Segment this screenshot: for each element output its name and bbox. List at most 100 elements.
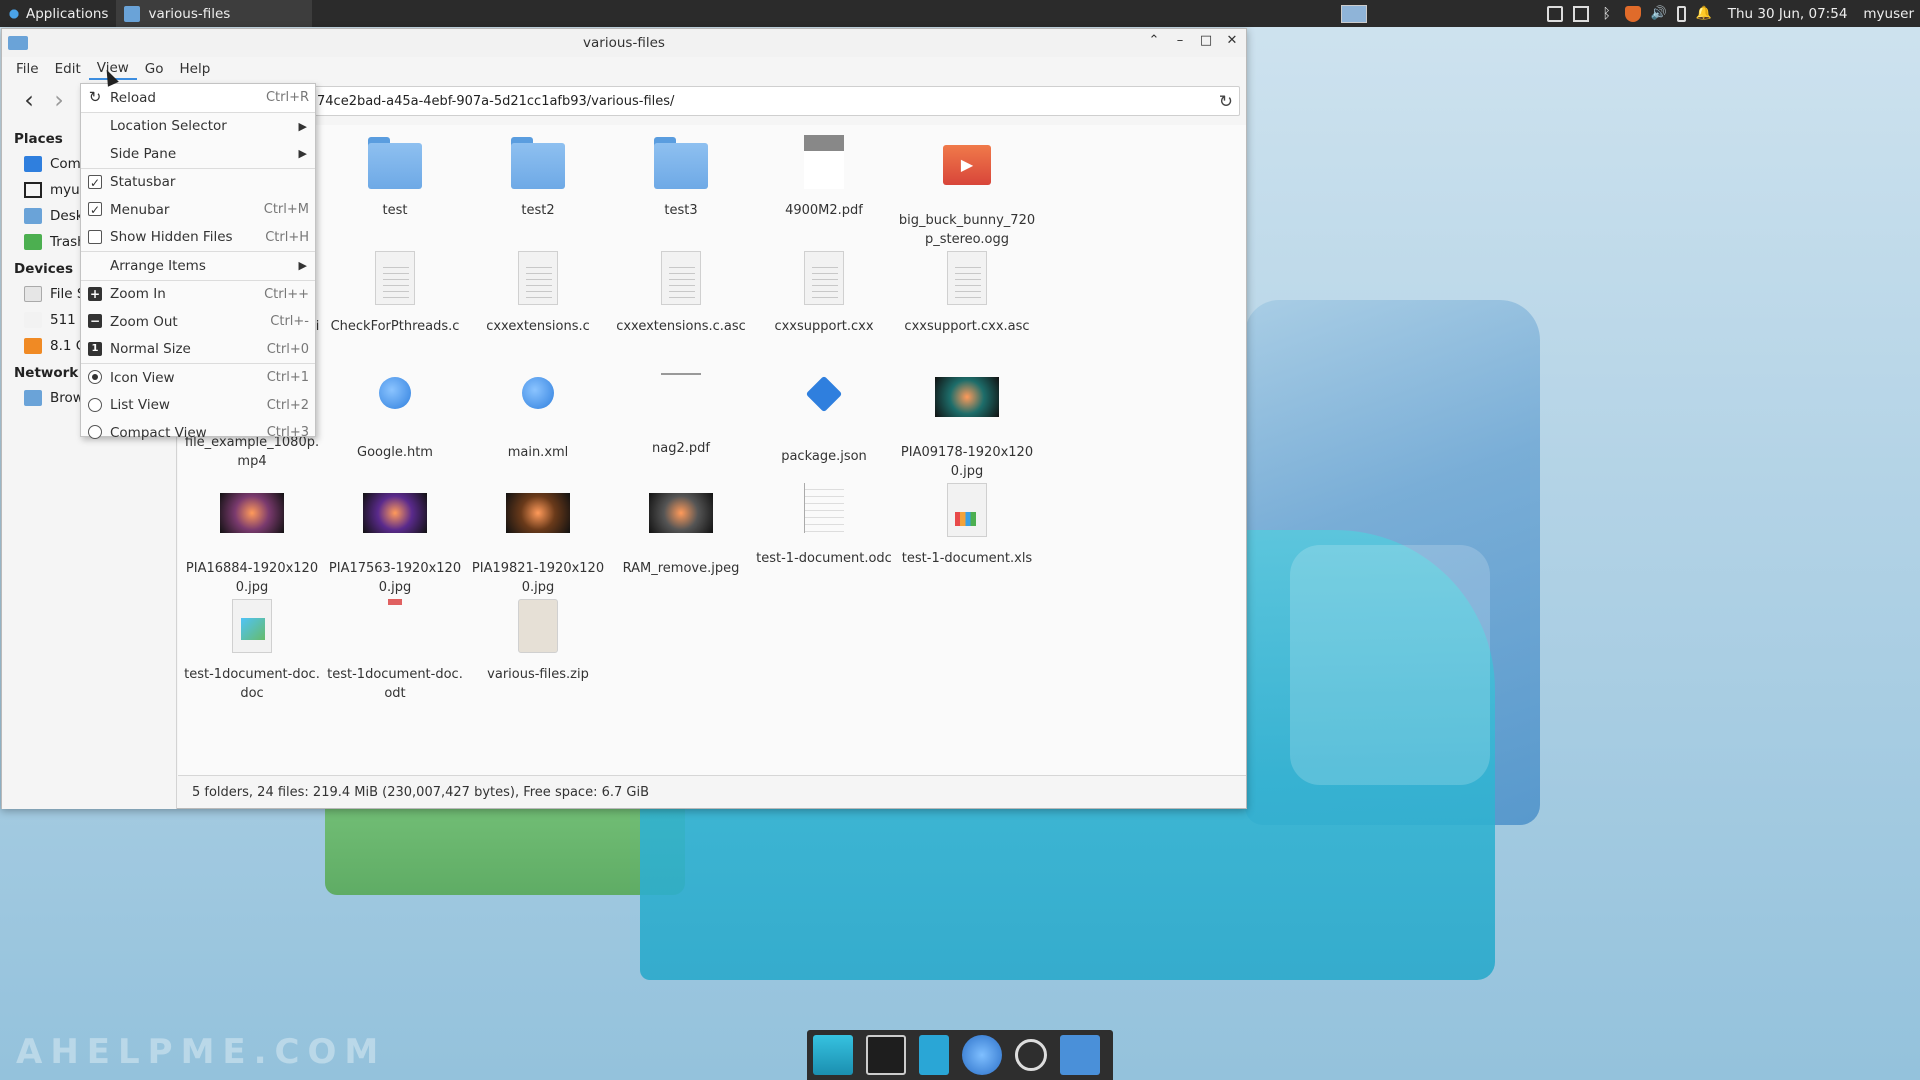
view-menu-item-menubar[interactable]: ✓ Menubar Ctrl+M [81, 196, 315, 224]
file-item[interactable]: test3 [611, 135, 751, 220]
search-icon[interactable] [1015, 1039, 1047, 1071]
text-file-icon-glyph [661, 251, 701, 305]
close-button[interactable]: ✕ [1224, 33, 1240, 51]
applications-menu-button[interactable]: Applications [0, 0, 114, 27]
file-item[interactable]: PIA09178-1920x1200.jpg [897, 367, 1037, 481]
file-item[interactable]: RAM_remove.jpeg [611, 483, 751, 578]
file-item[interactable]: test2 [468, 135, 608, 220]
file-item[interactable]: PIA16884-1920x1200.jpg [182, 483, 322, 597]
file-name: test-1-document.xls [901, 551, 1033, 566]
minimize-button[interactable]: – [1172, 33, 1188, 51]
user-menu[interactable]: myuser [1863, 6, 1914, 22]
shade-button[interactable]: ⌃ [1146, 33, 1162, 51]
file-item[interactable]: test-1-document.xls [897, 483, 1037, 568]
terminal-icon[interactable] [866, 1035, 906, 1075]
menu-item-shortcut: Ctrl+2 [266, 397, 309, 413]
file-item[interactable]: test-1document-doc.doc [182, 599, 322, 703]
menu-go[interactable]: Go [137, 59, 172, 79]
image-thumbnail-icon [611, 493, 751, 551]
desktop-icon [24, 208, 42, 224]
file-name: test-1-document.odc [756, 551, 892, 566]
view-menu-item-side-pane[interactable]: Side Pane ▶ [81, 140, 315, 168]
view-menu-item-list-view[interactable]: List View Ctrl+2 [81, 392, 315, 420]
view-menu-item-show-hidden-files[interactable]: Show Hidden Files Ctrl+H [81, 224, 315, 252]
notification-bell-icon[interactable]: 🔔 [1696, 6, 1712, 22]
menu-item-label: Statusbar [110, 174, 176, 191]
location-path: 74ce2bad-a45a-4ebf-907a-5d21cc1afb93/var… [317, 93, 675, 109]
top-panel: Applications various-files ᛒ 🔊 🔔 Thu 30 … [0, 0, 1920, 27]
file-item[interactable]: cxxextensions.c.asc [611, 251, 751, 336]
dock [807, 1030, 1113, 1080]
view-menu-item-zoom-in[interactable]: + Zoom In Ctrl++ [81, 281, 315, 309]
file-icon-view: mytesttesttest2test34900M2.pdf▶big_buck_… [178, 125, 1246, 775]
view-menu-item-normal-size[interactable]: 1 Normal Size Ctrl+0 [81, 336, 315, 364]
menubar: File Edit View Go Help [2, 57, 1246, 81]
file-item[interactable]: cxxextensions.c [468, 251, 608, 336]
bluetooth-icon[interactable]: ᛒ [1599, 6, 1615, 22]
volume-icon[interactable]: 🔊 [1651, 6, 1667, 22]
clock[interactable]: Thu 30 Jun, 07:54 [1728, 6, 1848, 22]
reload-icon[interactable]: ↻ [1219, 92, 1233, 112]
text-file-icon [754, 251, 894, 309]
forward-button[interactable]: › [44, 86, 74, 116]
network-icon[interactable] [1572, 5, 1589, 22]
view-menu-item-location-selector[interactable]: Location Selector ▶ [81, 113, 315, 141]
file-item[interactable]: ▶ big_buck_bunny_720p_stereo.ogg [897, 135, 1037, 249]
globe-icon [325, 377, 465, 435]
file-item[interactable]: PIA17563-1920x1200.jpg [325, 483, 465, 597]
file-item[interactable]: test-1document-doc.odt [325, 599, 465, 703]
taskbar-item-various-files[interactable]: various-files [116, 0, 313, 27]
file-item[interactable]: test [325, 135, 465, 220]
file-item[interactable]: cxxsupport.cxx [754, 251, 894, 336]
menu-edit[interactable]: Edit [47, 59, 89, 79]
file-item[interactable]: 4900M2.pdf [754, 135, 894, 220]
folder-icon-glyph [511, 135, 565, 189]
folder-icon-glyph [368, 135, 422, 189]
submenu-arrow-icon: ▶ [298, 259, 307, 273]
file-item[interactable]: Google.htm [325, 367, 465, 462]
file-item[interactable]: nag2.pdf [611, 367, 751, 458]
show-desktop-icon[interactable] [813, 1035, 853, 1075]
window-titlebar[interactable]: various-files ⌃ – □ ✕ [2, 29, 1246, 57]
workspace-switcher-icon[interactable] [1340, 4, 1367, 23]
image-thumbnail-icon-glyph [935, 377, 999, 417]
file-name: test3 [664, 203, 698, 218]
view-menu-item-reload[interactable]: ↻ Reload Ctrl+R [81, 84, 315, 112]
drive-icon [24, 286, 42, 302]
view-menu-item-arrange-items[interactable]: Arrange Items ▶ [81, 252, 315, 280]
clipboard-icon[interactable] [1546, 5, 1563, 22]
menu-help[interactable]: Help [172, 59, 219, 79]
pdf-icon-glyph [804, 135, 844, 189]
file-item[interactable]: package.json [754, 367, 894, 466]
maximize-button[interactable]: □ [1198, 33, 1214, 51]
file-item[interactable]: main.xml [468, 367, 608, 462]
zoom-out-icon: − [88, 314, 102, 328]
menu-file[interactable]: File [8, 59, 47, 79]
folder-icon[interactable] [1060, 1035, 1100, 1075]
file-name: CheckForPthreads.c [330, 319, 460, 334]
back-button[interactable]: ‹ [14, 86, 44, 116]
file-item[interactable]: CheckForPthreads.c [325, 251, 465, 336]
battery-icon[interactable] [1676, 5, 1686, 22]
web-browser-icon[interactable] [962, 1035, 1002, 1075]
radio-unselected-icon [88, 397, 102, 412]
blank-icon [88, 258, 102, 272]
update-shield-icon[interactable] [1624, 5, 1641, 22]
view-menu-item-icon-view[interactable]: Icon View Ctrl+1 [81, 364, 315, 392]
window-title: various-files [583, 35, 665, 51]
text-file-icon [325, 251, 465, 309]
view-menu-item-statusbar[interactable]: ✓ Statusbar [81, 169, 315, 197]
file-item[interactable]: test-1-document.odc [754, 483, 894, 568]
file-manager-icon[interactable] [919, 1035, 949, 1075]
file-item[interactable]: PIA19821-1920x1200.jpg [468, 483, 608, 597]
system-tray: ᛒ 🔊 🔔 Thu 30 Jun, 07:54 myuser [1340, 0, 1920, 27]
view-menu-item-compact-view[interactable]: Compact View Ctrl+3 [81, 419, 315, 447]
location-bar[interactable]: 74ce2bad-a45a-4ebf-907a-5d21cc1afb93/var… [308, 86, 1240, 116]
file-item[interactable]: various-files.zip [468, 599, 608, 684]
home-icon [24, 182, 42, 198]
wallpaper-green-shape [325, 795, 685, 895]
image-thumbnail-icon-glyph [649, 493, 713, 533]
image-thumbnail-icon-glyph [220, 493, 284, 533]
view-menu-item-zoom-out[interactable]: − Zoom Out Ctrl+- [81, 308, 315, 336]
file-item[interactable]: cxxsupport.cxx.asc [897, 251, 1037, 336]
